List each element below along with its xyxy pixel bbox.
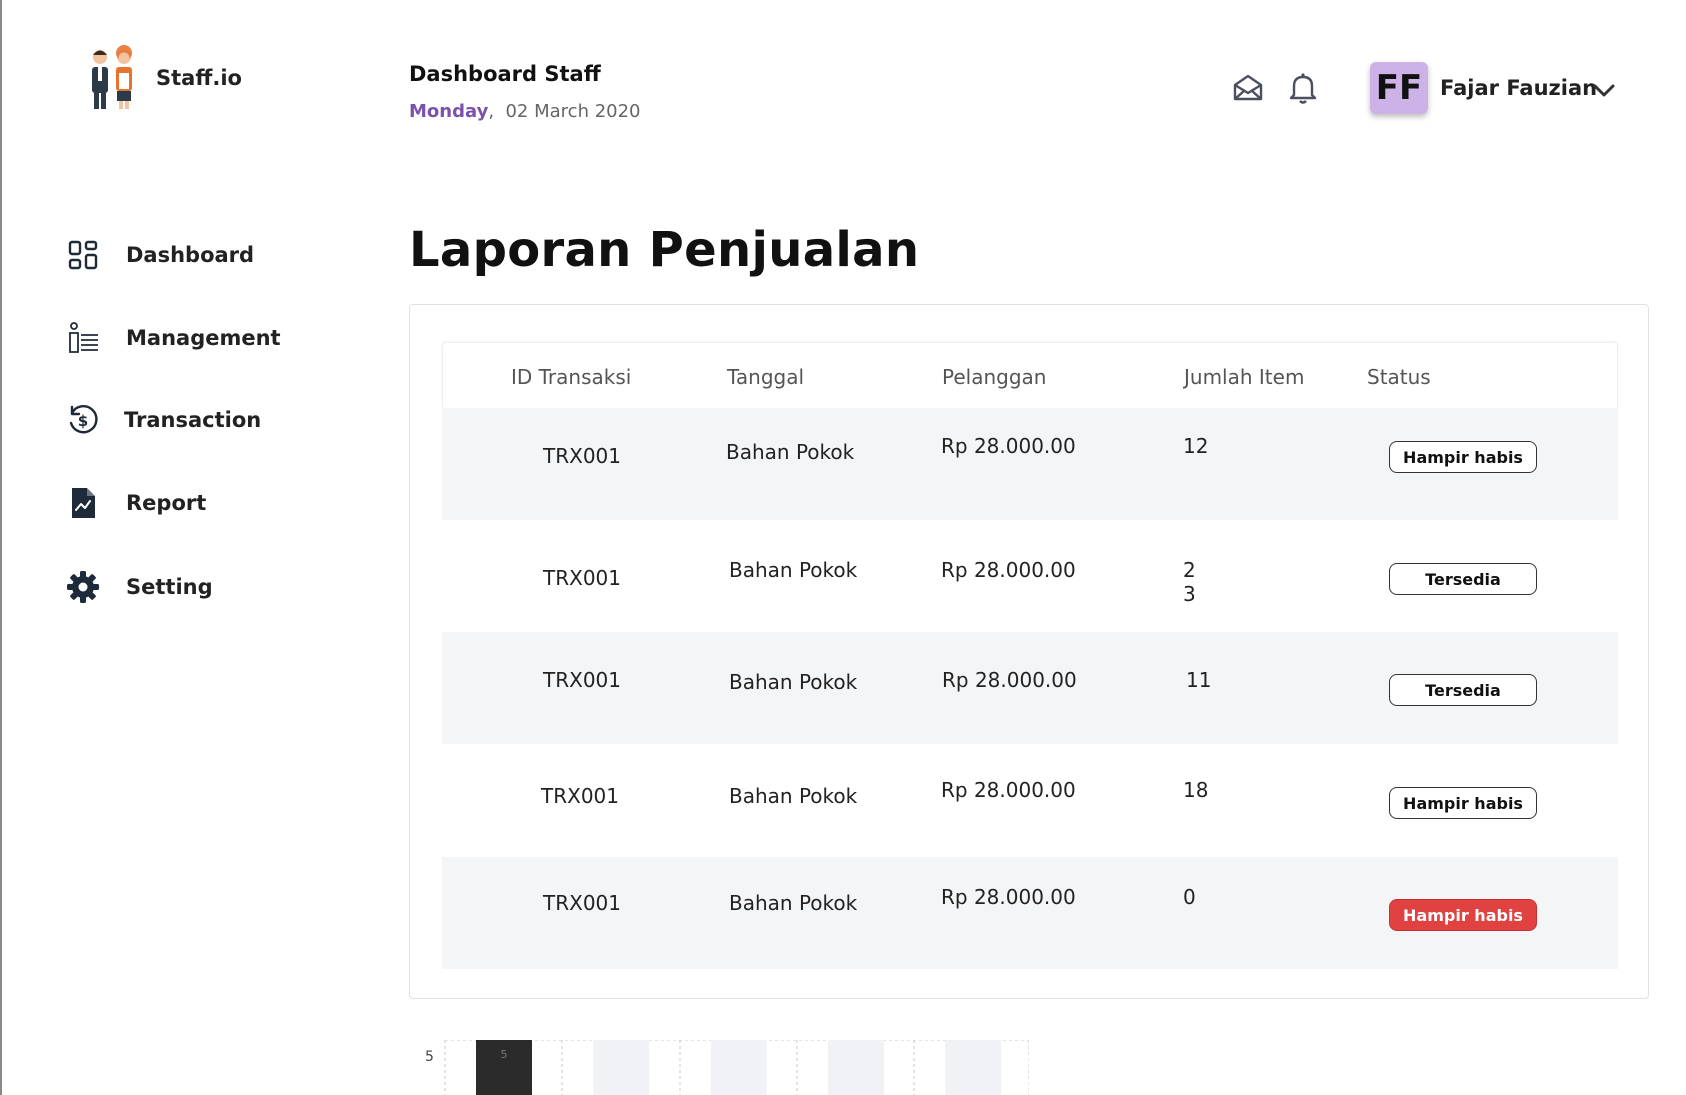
dollar-history-icon: $ [66,403,100,437]
cell-pelanggan: Rp 28.000.00 [941,778,1076,802]
report-file-icon [66,486,100,520]
cell-pelanggan: Rp 28.000.00 [941,434,1076,458]
cell-id: TRX001 [543,891,621,915]
header-date-value: 02 March 2020 [505,101,641,122]
table-row[interactable]: TRX001 Bahan Pokok Rp 28.000.00 18 Hampi… [442,745,1618,857]
cell-tanggal: Bahan Pokok [729,891,858,915]
app-logo[interactable]: Staff.io [86,45,242,111]
column-header-id: ID Transaksi [511,365,632,389]
status-badge[interactable]: Tersedia [1389,674,1537,706]
cell-pelanggan: Rp 28.000.00 [942,668,1077,692]
cell-pelanggan: Rp 28.000.00 [941,885,1076,909]
sidebar-item-label: Transaction [124,408,262,432]
chart-bar-bg [593,1040,649,1095]
table-row[interactable]: TRX001 Bahan Pokok Rp 28.000.00 2 3 Ters… [442,520,1618,632]
column-header-pelanggan: Pelanggan [942,365,1047,389]
table-header: ID Transaksi Tanggal Pelanggan Jumlah It… [442,342,1618,408]
user-avatar[interactable]: FF [1370,62,1428,114]
sidebar-item-label: Management [126,326,281,350]
user-name[interactable]: Fajar Fauzian [1440,76,1597,100]
chart-bar-bg [711,1040,767,1095]
cell-id: TRX001 [543,566,621,590]
chart-bar-label: 5 [501,1048,508,1061]
cell-tanggal: Bahan Pokok [726,440,855,464]
header-title: Dashboard Staff [409,62,601,86]
app-name: Staff.io [156,66,242,90]
sidebar-item-management[interactable]: Management [66,321,281,355]
sales-report-card: ID Transaksi Tanggal Pelanggan Jumlah It… [409,304,1649,999]
cell-jumlah: 18 [1183,778,1209,802]
column-header-jumlah: Jumlah Item [1184,365,1305,389]
cell-tanggal: Bahan Pokok [729,558,858,582]
sidebar-item-setting[interactable]: Setting [66,570,213,604]
page-title: Laporan Penjualan [409,222,920,278]
table-row[interactable]: TRX001 Bahan Pokok Rp 28.000.00 0 Hampir… [442,857,1618,969]
table-row[interactable]: TRX001 Bahan Pokok Rp 28.000.00 12 Hampi… [442,408,1618,520]
cell-jumlah: 0 [1183,885,1196,909]
header-day: Monday [409,101,489,122]
cell-jumlah: 2 3 [1183,558,1196,606]
status-badge[interactable]: Hampir habis [1389,441,1537,473]
sidebar-item-dashboard[interactable]: Dashboard [66,238,254,272]
sidebar-item-transaction[interactable]: $ Transaction [66,403,261,437]
date-separator: , [488,101,506,122]
svg-text:$: $ [78,412,88,430]
mail-icon[interactable] [1230,70,1266,106]
column-header-status: Status [1367,365,1431,389]
sales-chart: 5 [444,1040,1029,1095]
cell-pelanggan: Rp 28.000.00 [941,558,1076,582]
window-left-border [0,0,2,1095]
sidebar-item-label: Report [126,491,207,515]
gear-icon [66,570,100,604]
cell-jumlah: 11 [1186,668,1212,692]
bell-icon[interactable] [1285,70,1321,106]
chart-bar-bg [828,1040,884,1095]
sidebar-item-label: Dashboard [126,243,255,267]
cell-id: TRX001 [543,668,621,692]
table-row[interactable]: TRX001 Bahan Pokok Rp 28.000.00 11 Terse… [442,632,1618,744]
column-header-tanggal: Tanggal [727,365,805,389]
list-icon [66,321,100,355]
grid-icon [66,238,100,272]
status-badge[interactable]: Tersedia [1389,563,1537,595]
sidebar-item-report[interactable]: Report [66,486,206,520]
status-badge[interactable]: Hampir habis [1389,787,1537,819]
status-badge-danger[interactable]: Hampir habis [1389,899,1537,931]
staff-logo-icon [92,45,132,109]
sidebar-item-label: Setting [126,575,213,599]
chevron-down-icon[interactable] [1592,80,1616,100]
chart-bar-bg [945,1040,1001,1095]
cell-tanggal: Bahan Pokok [729,670,858,694]
cell-tanggal: Bahan Pokok [729,784,858,808]
header-date: Monday, 02 March 2020 [409,101,641,122]
cell-id: TRX001 [543,444,621,468]
cell-id: TRX001 [541,784,619,808]
cell-jumlah: 12 [1183,434,1209,458]
